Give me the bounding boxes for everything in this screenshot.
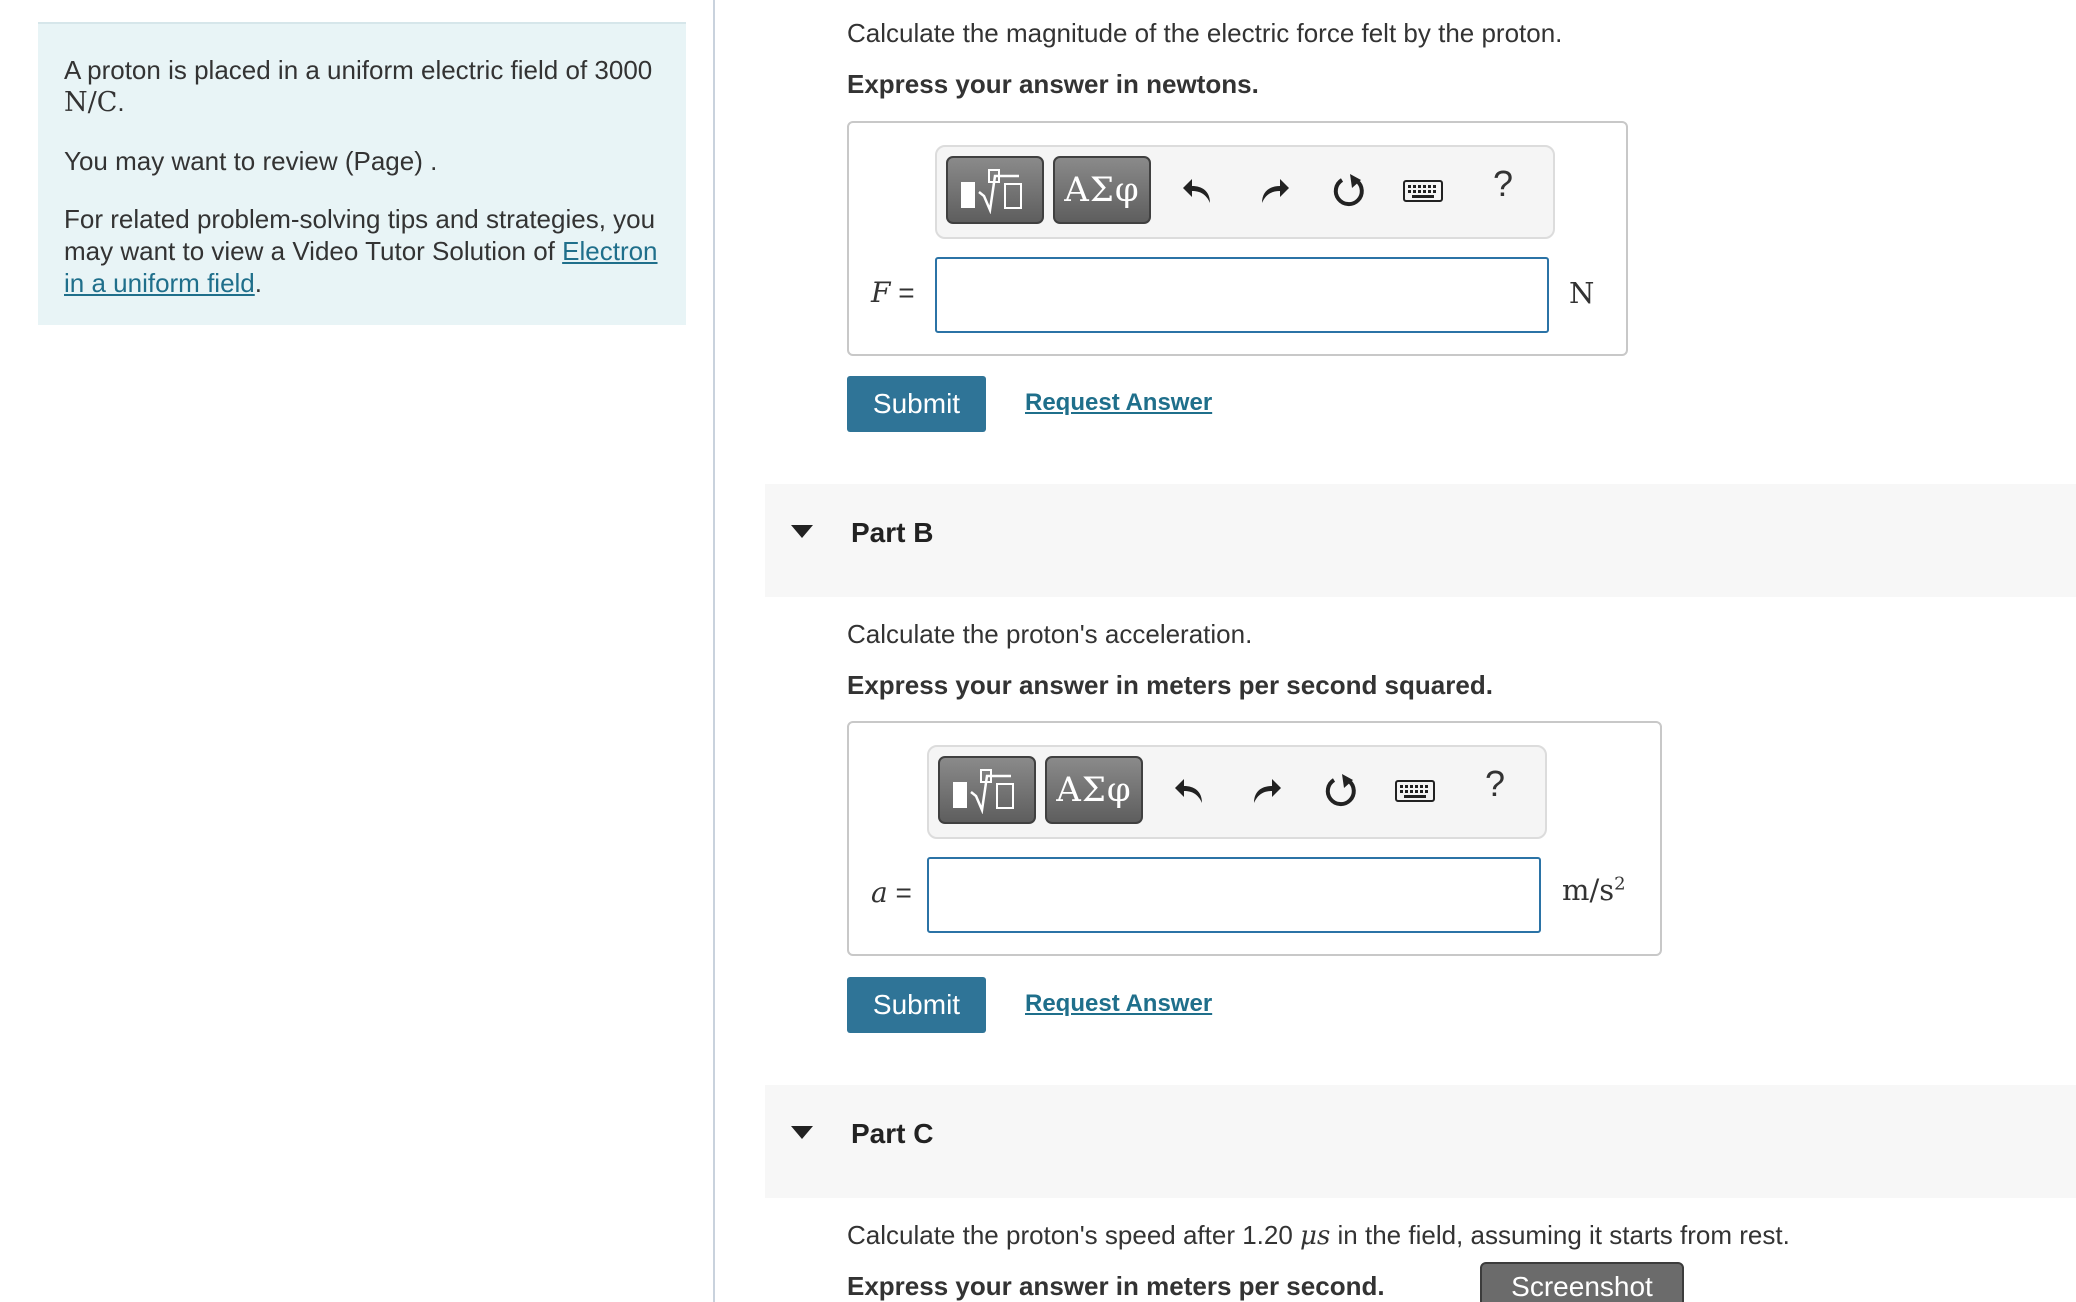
part-b-unit-base: m/s (1562, 873, 1615, 907)
part-a-question: Calculate the magnitude of the electric … (847, 18, 1563, 48)
redo-icon[interactable] (1252, 169, 1296, 213)
problem-statement: A proton is placed in a uniform electric… (64, 54, 660, 119)
greek-letters-icon[interactable]: ΑΣφ (1045, 756, 1143, 824)
part-a-equals: = (898, 277, 915, 308)
tips-paragraph: For related problem-solving tips and str… (64, 203, 660, 299)
part-b-variable: a (871, 876, 888, 909)
part-c-question-post: in the field, assuming it starts from re… (1337, 1220, 1790, 1250)
part-b-unit-exponent: 2 (1614, 873, 1626, 895)
part-c-question-pre: Calculate the proton's speed after 1.20 (847, 1220, 1293, 1250)
part-b-submit-button[interactable]: Submit (847, 977, 986, 1033)
templates-icon[interactable] (938, 756, 1036, 824)
part-b-equals: = (895, 877, 912, 908)
reset-icon[interactable] (1327, 169, 1371, 213)
part-b-header[interactable]: Part B (765, 484, 2076, 597)
templates-icon[interactable] (946, 156, 1044, 224)
tips-period: . (254, 268, 262, 298)
part-c-instruction: Express your answer in meters per second… (847, 1271, 1385, 1301)
undo-icon[interactable] (1176, 169, 1220, 213)
undo-icon[interactable] (1168, 769, 1212, 813)
greek-letters-icon[interactable]: ΑΣφ (1053, 156, 1151, 224)
help-icon[interactable]: ? (1485, 763, 1505, 805)
part-a-math-toolbar: ΑΣφ ? (935, 145, 1555, 239)
part-b-answer-input[interactable] (927, 857, 1541, 933)
part-a-answer-input[interactable] (935, 257, 1549, 333)
part-a-request-answer-link[interactable]: Request Answer (1025, 389, 1212, 417)
part-b-request-answer-link[interactable]: Request Answer (1025, 990, 1212, 1018)
review-text: You may want to review (Page) . (64, 146, 438, 176)
problem-intro-panel: A proton is placed in a uniform electric… (38, 22, 686, 325)
part-b-answer-box: ΑΣφ ? a = m/s2 (847, 721, 1662, 956)
keyboard-icon[interactable] (1401, 169, 1445, 213)
part-a-variable: F (871, 276, 891, 309)
part-c-header[interactable]: Part C (765, 1085, 2076, 1198)
part-a-instruction: Express your answer in newtons. (847, 69, 1259, 99)
column-divider (713, 0, 715, 1302)
screenshot-button[interactable]: Screenshot (1480, 1262, 1684, 1302)
collapse-caret-icon[interactable] (791, 1126, 813, 1139)
part-a-submit-button[interactable]: Submit (847, 376, 986, 432)
part-a-variable-label: F = (871, 276, 915, 309)
redo-icon[interactable] (1244, 769, 1288, 813)
part-c-title: Part C (851, 1118, 934, 1149)
part-b-math-toolbar: ΑΣφ ? (927, 745, 1547, 839)
field-value: 3000 (594, 55, 653, 85)
problem-intro-text: A proton is placed in a uniform electric… (64, 55, 588, 85)
collapse-caret-icon[interactable] (791, 525, 813, 538)
keyboard-icon[interactable] (1393, 769, 1437, 813)
reset-icon[interactable] (1319, 769, 1363, 813)
statement-period: . (117, 87, 125, 117)
help-icon[interactable]: ? (1493, 163, 1513, 205)
part-b-question: Calculate the proton's acceleration. (847, 619, 1253, 649)
part-a-unit: N (1569, 276, 1595, 310)
part-b-title: Part B (851, 517, 934, 548)
part-c-question: Calculate the proton's speed after 1.20 … (847, 1220, 1790, 1251)
part-b-variable-label: a = (871, 876, 912, 909)
part-b-unit: m/s2 (1562, 873, 1626, 907)
part-a-answer-box: ΑΣφ ? F = N (847, 121, 1628, 356)
part-b-instruction: Express your answer in meters per second… (847, 670, 1493, 700)
field-unit: N/C (64, 87, 118, 118)
part-c-question-unit: μs (1300, 1221, 1331, 1251)
